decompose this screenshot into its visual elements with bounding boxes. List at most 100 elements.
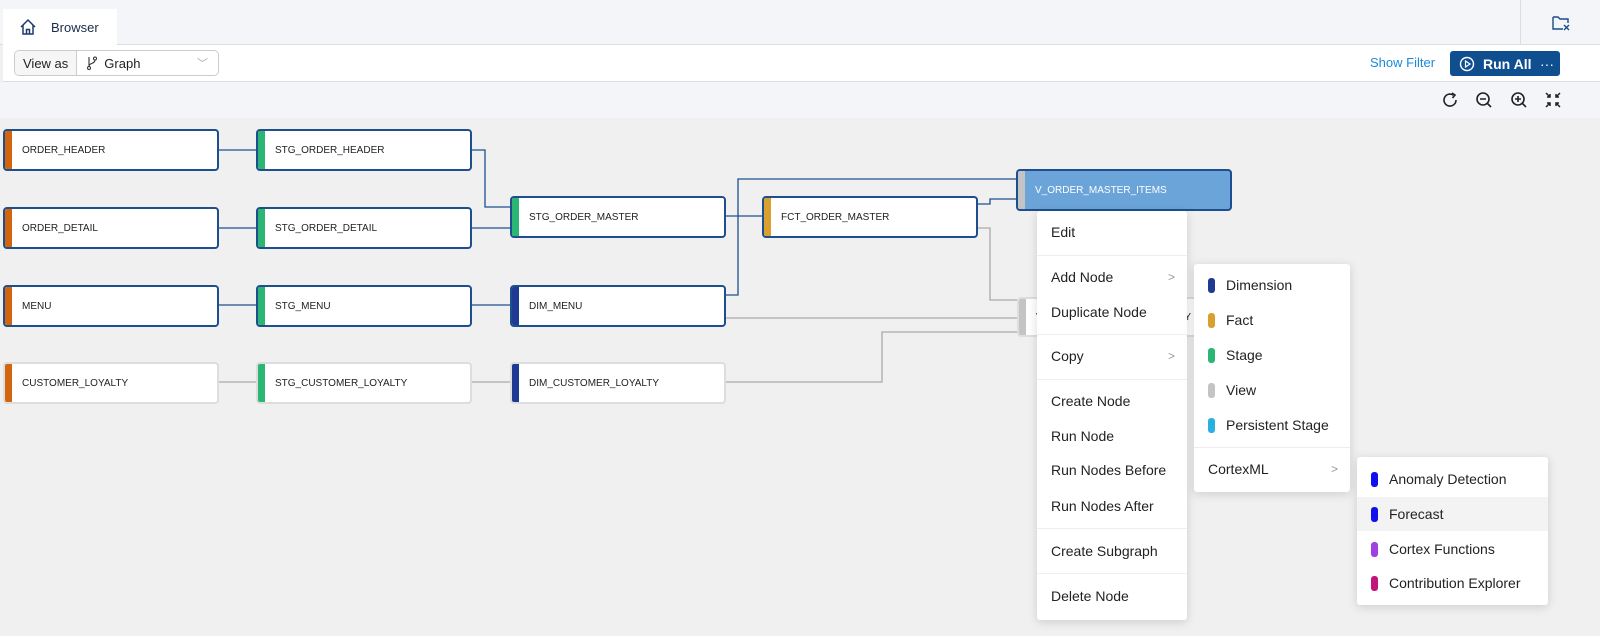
context-menu: Edit Add Node > Duplicate Node Copy > Create N… bbox=[1037, 211, 1187, 620]
menu-item-label: Cortex Functions bbox=[1389, 541, 1495, 557]
node-type-indicator bbox=[512, 287, 519, 325]
menu-item-add-node[interactable]: Add Node > bbox=[1037, 260, 1187, 294]
graph-node[interactable]: FCT_ORDER_MASTER bbox=[762, 196, 978, 238]
edge bbox=[978, 227, 1017, 301]
menu-item-label: Fact bbox=[1226, 312, 1254, 328]
menu-item-persistent-stage[interactable]: Persistent Stage bbox=[1194, 408, 1350, 442]
run-all-label: Run All bbox=[1483, 55, 1532, 72]
menu-item-label: Dimension bbox=[1226, 277, 1293, 293]
chevron-down-icon: ﹀ bbox=[197, 58, 208, 70]
divider bbox=[1194, 447, 1350, 448]
close-folder-button[interactable] bbox=[1520, 0, 1600, 45]
node-type-swatch bbox=[1371, 541, 1378, 557]
show-filter-link[interactable]: Show Filter bbox=[1370, 55, 1435, 70]
divider bbox=[1037, 255, 1187, 256]
menu-item-label: Create Node bbox=[1051, 393, 1131, 409]
divider bbox=[1037, 528, 1187, 529]
graph-node[interactable]: STG_CUSTOMER_LOYALTY bbox=[256, 362, 472, 404]
menu-item-create-node[interactable]: Create Node bbox=[1037, 384, 1187, 418]
menu-item-delete-node[interactable]: Delete Node bbox=[1037, 579, 1187, 613]
node-type-swatch bbox=[1208, 382, 1215, 398]
folder-close-icon bbox=[1551, 15, 1569, 30]
node-type-swatch bbox=[1208, 417, 1215, 433]
node-label: STG_CUSTOMER_LOYALTY bbox=[275, 377, 408, 389]
graph-node[interactable]: STG_ORDER_MASTER bbox=[510, 196, 726, 238]
cortexml-submenu: Anomaly Detection Forecast Cortex Function… bbox=[1357, 457, 1548, 605]
node-type-indicator bbox=[764, 198, 771, 236]
menu-item-label: Run Nodes Before bbox=[1051, 462, 1167, 478]
zoom-in-icon[interactable] bbox=[1509, 90, 1529, 110]
menu-item-create-subgraph[interactable]: Create Subgraph bbox=[1037, 534, 1187, 568]
menu-item-label: Add Node bbox=[1051, 269, 1114, 285]
node-label: DIM_CUSTOMER_LOYALTY bbox=[529, 377, 660, 389]
menu-item-run-node[interactable]: Run Node bbox=[1037, 419, 1187, 453]
menu-item-dimension[interactable]: Dimension bbox=[1194, 268, 1350, 302]
menu-item-duplicate-node[interactable]: Duplicate Node bbox=[1037, 295, 1187, 329]
branch-icon bbox=[87, 56, 98, 70]
menu-item-label: Duplicate Node bbox=[1051, 304, 1147, 320]
menu-item-label: Contribution Explorer bbox=[1389, 575, 1521, 591]
refresh-icon[interactable] bbox=[1440, 90, 1460, 110]
graph-node[interactable]: MENU bbox=[3, 285, 219, 327]
menu-item-cortex-functions[interactable]: Cortex Functions bbox=[1357, 532, 1548, 566]
divider bbox=[1037, 334, 1187, 335]
graph-node[interactable]: STG_MENU bbox=[256, 285, 472, 327]
node-type-indicator bbox=[5, 209, 12, 247]
graph-node[interactable]: STG_ORDER_DETAIL bbox=[256, 207, 472, 249]
graph-controls bbox=[0, 82, 1600, 118]
graph-node[interactable]: DIM_MENU bbox=[510, 285, 726, 327]
menu-item-run-nodes-before[interactable]: Run Nodes Before bbox=[1037, 453, 1187, 487]
graph-node[interactable]: V_ORDER_MASTER_ITEMS bbox=[1016, 169, 1232, 211]
graph-node[interactable]: STG_ORDER_HEADER bbox=[256, 129, 472, 171]
menu-item-copy[interactable]: Copy > bbox=[1037, 339, 1187, 373]
zoom-out-icon[interactable] bbox=[1474, 90, 1494, 110]
run-all-button[interactable]: Run All ··· bbox=[1450, 51, 1560, 76]
view-as-value: Graph bbox=[104, 55, 141, 71]
node-type-swatch bbox=[1208, 312, 1215, 328]
node-type-indicator bbox=[1019, 299, 1026, 335]
node-label: STG_MENU bbox=[275, 300, 331, 312]
menu-item-stage[interactable]: Stage bbox=[1194, 338, 1350, 372]
view-as-select[interactable]: View as Graph ﹀ bbox=[14, 50, 219, 76]
menu-item-view[interactable]: View bbox=[1194, 373, 1350, 407]
menu-item-contribution-explorer[interactable]: Contribution Explorer bbox=[1357, 566, 1548, 600]
play-circle-icon bbox=[1459, 56, 1475, 71]
node-type-indicator bbox=[258, 209, 265, 247]
menu-item-edit[interactable]: Edit bbox=[1037, 215, 1187, 249]
node-label: ORDER_HEADER bbox=[22, 144, 106, 156]
fit-screen-icon[interactable] bbox=[1543, 90, 1563, 110]
edge bbox=[472, 149, 510, 208]
home-icon bbox=[20, 18, 36, 35]
node-type-swatch bbox=[1371, 575, 1378, 591]
graph-node[interactable]: ORDER_HEADER bbox=[3, 129, 219, 171]
menu-item-label: View bbox=[1226, 382, 1257, 398]
menu-item-label: Run Node bbox=[1051, 428, 1115, 444]
menu-item-anomaly-detection[interactable]: Anomaly Detection bbox=[1357, 462, 1548, 496]
menu-item-run-nodes-after[interactable]: Run Nodes After bbox=[1037, 489, 1187, 523]
node-type-indicator bbox=[258, 287, 265, 325]
node-label: STG_ORDER_HEADER bbox=[275, 144, 385, 156]
node-label: V_ORDER_MASTER_ITEMS bbox=[1035, 184, 1167, 196]
node-type-indicator bbox=[5, 131, 12, 169]
node-type-indicator bbox=[258, 131, 265, 169]
tab-browser[interactable]: Browser bbox=[3, 9, 117, 45]
graph-node[interactable]: DIM_CUSTOMER_LOYALTY bbox=[510, 362, 726, 404]
more-options-button[interactable]: ··· bbox=[1540, 56, 1554, 72]
menu-item-label: CortexML bbox=[1208, 461, 1269, 477]
menu-item-label: Forecast bbox=[1389, 506, 1444, 522]
menu-item-forecast[interactable]: Forecast bbox=[1357, 497, 1548, 531]
menu-item-label: Run Nodes After bbox=[1051, 498, 1154, 514]
top-bar: Browser bbox=[0, 0, 1600, 45]
node-label: CUSTOMER_LOYALTY bbox=[22, 377, 129, 389]
menu-item-label: Copy bbox=[1051, 348, 1084, 364]
menu-item-fact[interactable]: Fact bbox=[1194, 303, 1350, 337]
divider bbox=[1037, 379, 1187, 380]
node-type-swatch bbox=[1371, 506, 1378, 522]
node-type-swatch bbox=[1208, 277, 1215, 293]
menu-item-cortexml[interactable]: CortexML > bbox=[1194, 452, 1350, 486]
menu-item-label: Create Subgraph bbox=[1051, 543, 1158, 559]
graph-node[interactable]: ORDER_DETAIL bbox=[3, 207, 219, 249]
graph-node[interactable]: CUSTOMER_LOYALTY bbox=[3, 362, 219, 404]
menu-item-label: Anomaly Detection bbox=[1389, 471, 1507, 487]
node-type-indicator bbox=[512, 364, 519, 402]
